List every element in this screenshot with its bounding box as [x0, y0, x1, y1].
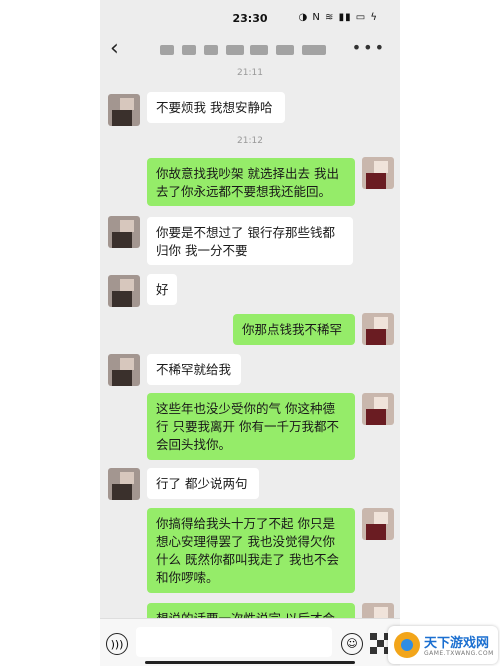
home-indicator	[145, 661, 355, 664]
contact-avatar[interactable]	[108, 354, 140, 386]
message-bubble-outgoing: 这些年也没少受你的气 你这种德行 只要我离开 你有一千万我都不会回头找你。	[147, 393, 355, 460]
timestamp: 21:11	[237, 68, 263, 78]
message-bubble-incoming: 你要是不想过了 银行存那些钱都归你 我一分不要	[147, 217, 353, 265]
blurred-contact-name	[226, 45, 244, 55]
blurred-contact-name	[182, 45, 196, 55]
contact-avatar[interactable]	[108, 94, 140, 126]
chat-header: ‹ •••	[100, 34, 400, 68]
blurred-contact-name	[204, 45, 218, 55]
site-watermark: 天下游戏网 GAME.TXWANG.COM	[388, 626, 498, 664]
site-logo-icon	[394, 632, 420, 658]
blurred-contact-name	[276, 45, 294, 55]
watermark-subtitle: GAME.TXWANG.COM	[424, 650, 494, 657]
my-avatar[interactable]	[362, 313, 394, 345]
message-bubble-incoming: 不要烦我 我想安静哈	[147, 92, 285, 123]
blurred-contact-name	[302, 45, 326, 55]
contact-avatar[interactable]	[108, 468, 140, 500]
message-bubble-incoming: 行了 都少说两句	[147, 468, 259, 499]
message-input[interactable]	[136, 627, 332, 657]
message-bubble-outgoing: 你那点钱我不稀罕	[233, 314, 355, 345]
message-bubble-outgoing: 你故意找我吵架 就选择出去 我出去了你永远都不要想我还能回。	[147, 158, 355, 206]
message-bubble-outgoing: 你搞得给我头十万了不起 你只是想心安理得罢了 我也没觉得欠你什么 既然你都叫我走…	[147, 508, 355, 593]
my-avatar[interactable]	[362, 508, 394, 540]
chat-screen: 23:30 ◑ N ≋ ▮▮ ▭ ϟ ‹ ••• 21:11 不要烦我 我想安静…	[100, 0, 400, 666]
contact-avatar[interactable]	[108, 275, 140, 307]
more-options-icon[interactable]: •••	[352, 38, 386, 57]
status-bar: 23:30 ◑ N ≋ ▮▮ ▭ ϟ	[100, 0, 400, 34]
my-avatar[interactable]	[362, 393, 394, 425]
blurred-contact-name	[250, 45, 268, 55]
watermark-title: 天下游戏网	[424, 636, 490, 651]
input-bar: ))) ☺	[100, 618, 400, 666]
status-icons: ◑ N ≋ ▮▮ ▭ ϟ	[298, 12, 378, 23]
message-bubble-incoming: 不稀罕就给我	[147, 354, 241, 385]
timestamp: 21:12	[237, 136, 263, 146]
chevron-left-icon[interactable]: ‹	[110, 36, 119, 61]
blurred-contact-name	[160, 45, 174, 55]
voice-input-icon[interactable]: )))	[106, 633, 128, 655]
message-bubble-incoming: 好	[147, 274, 177, 305]
my-avatar[interactable]	[362, 157, 394, 189]
emoji-icon[interactable]: ☺	[341, 633, 363, 655]
contact-avatar[interactable]	[108, 216, 140, 248]
